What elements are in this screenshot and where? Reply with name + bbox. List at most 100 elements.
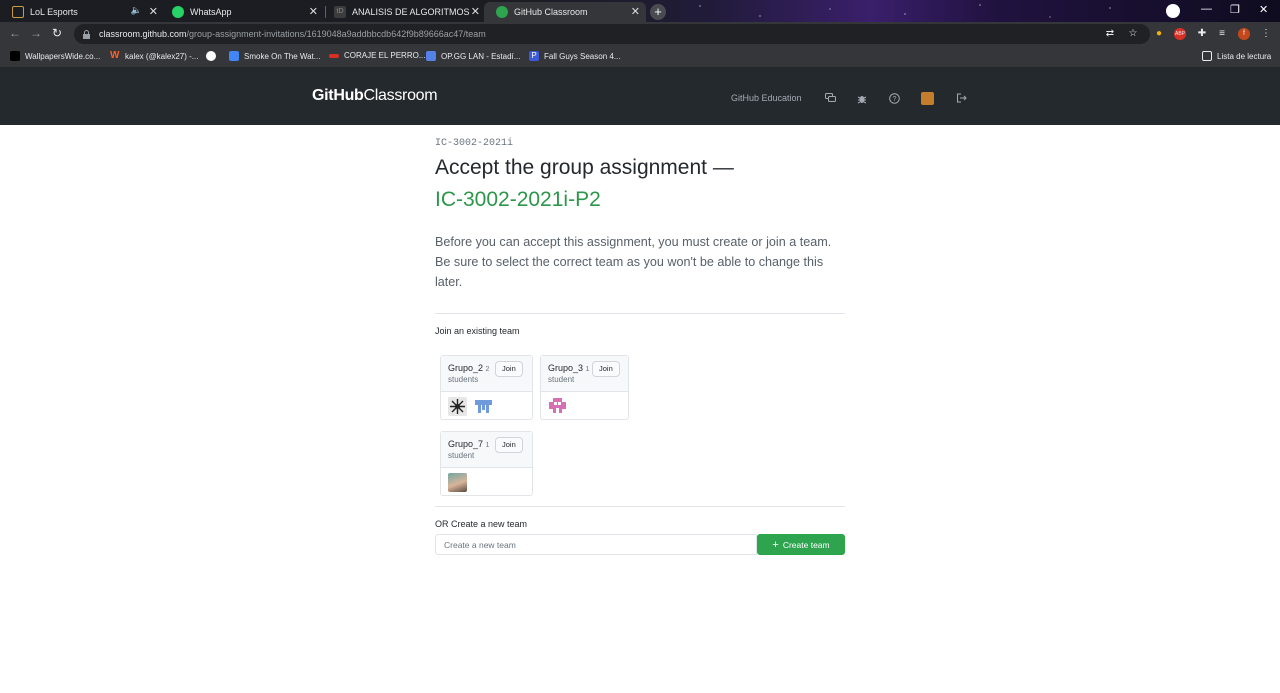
speaker-icon[interactable]: 🔈 bbox=[131, 5, 142, 16]
bookmark-wallpaperswide[interactable]: WallpapersWide.co... bbox=[10, 51, 100, 61]
reload-icon[interactable]: ↻ bbox=[52, 26, 62, 40]
bookmark-label: Smoke On The Wat... bbox=[244, 51, 321, 61]
github-classroom-logo[interactable]: GitHubClassroom bbox=[312, 87, 438, 105]
team-count: 1 bbox=[485, 442, 490, 449]
close-tab-icon[interactable]: ✕ bbox=[631, 5, 640, 18]
puzzle-icon[interactable]: ✚ bbox=[1196, 28, 1208, 40]
team-count: 2 bbox=[485, 366, 490, 373]
lol-esports-icon bbox=[12, 6, 24, 18]
chat-icon[interactable] bbox=[824, 93, 836, 105]
back-arrow-icon[interactable]: ← bbox=[9, 26, 21, 40]
member-avatar[interactable] bbox=[448, 397, 467, 416]
bookmark-fallguys[interactable]: P Fall Guys Season 4... bbox=[529, 51, 620, 61]
translate-icon[interactable]: ⇄ bbox=[1104, 28, 1116, 40]
assignment-name: IC-3002-2021i-P2 bbox=[435, 188, 601, 211]
team-card-grupo-2: Grupo_2 2 students Join bbox=[440, 355, 533, 420]
join-team-button[interactable]: Join bbox=[495, 361, 523, 377]
course-label: IC-3002-2021i bbox=[435, 138, 514, 149]
create-team-button[interactable]: + Create team bbox=[757, 534, 845, 555]
reading-list[interactable]: Lista de lectura bbox=[1202, 51, 1271, 61]
member-avatar[interactable] bbox=[548, 396, 567, 415]
join-team-button[interactable]: Join bbox=[495, 437, 523, 453]
user-avatar[interactable] bbox=[921, 92, 934, 105]
sign-out-icon[interactable] bbox=[955, 93, 967, 105]
member-avatar[interactable] bbox=[448, 473, 467, 492]
address-bar[interactable]: classroom.github.com/group-assignment-in… bbox=[74, 24, 1150, 44]
plus-icon: + bbox=[772, 538, 779, 551]
team-card-grupo-7: Grupo_7 1 student Join bbox=[440, 431, 533, 496]
site-header: GitHubClassroom GitHub Education ? bbox=[0, 68, 1280, 125]
url-host: classroom.github.com bbox=[99, 29, 187, 39]
page-title: Accept the group assignment — bbox=[435, 156, 734, 179]
join-team-button[interactable]: Join bbox=[592, 361, 620, 377]
tab-lol-esports[interactable]: LoL Esports 🔈 ✕ bbox=[0, 2, 164, 22]
profile-menu-icon[interactable] bbox=[1166, 4, 1180, 18]
close-tab-icon[interactable]: ✕ bbox=[471, 5, 480, 18]
create-team-label: Create team bbox=[782, 539, 830, 550]
logo-light-text: Classroom bbox=[363, 87, 438, 104]
tab-whatsapp[interactable]: WhatsApp ✕ bbox=[160, 2, 324, 22]
team-name: Grupo_3 bbox=[548, 363, 584, 373]
tab-title: GitHub Classroom bbox=[514, 7, 588, 17]
reading-list-label: Lista de lectura bbox=[1217, 51, 1272, 61]
parking-icon: P bbox=[529, 51, 539, 61]
tab-title: ANALISIS DE ALGORITMOS GR 2 bbox=[352, 7, 470, 17]
extension-icon[interactable]: ● bbox=[1153, 28, 1165, 40]
wattpad-icon: W bbox=[110, 50, 120, 61]
divider bbox=[435, 506, 845, 507]
close-tab-icon[interactable]: ✕ bbox=[149, 5, 158, 18]
minimize-icon[interactable]: — bbox=[1201, 3, 1212, 15]
kebab-menu-icon[interactable]: ⋮ bbox=[1260, 28, 1272, 40]
bug-icon[interactable] bbox=[856, 93, 868, 105]
bookmark-label: CORAJE EL PERRO... bbox=[344, 51, 426, 60]
team-card-header: Grupo_7 1 student Join bbox=[441, 432, 532, 468]
new-tab-button[interactable]: + bbox=[650, 4, 666, 20]
forward-arrow-icon[interactable]: → bbox=[30, 26, 42, 40]
media-queue-icon[interactable]: ≡ bbox=[1216, 28, 1228, 40]
star-icon[interactable]: ☆ bbox=[1127, 28, 1139, 40]
member-avatar[interactable] bbox=[474, 397, 493, 416]
team-count: 1 bbox=[585, 366, 590, 373]
bookmark-label: WallpapersWide.co... bbox=[25, 51, 101, 61]
tab-github-classroom[interactable]: GitHub Classroom ✕ bbox=[484, 2, 646, 22]
github-education-link[interactable]: GitHub Education bbox=[731, 93, 802, 103]
tab-title: WhatsApp bbox=[190, 7, 232, 17]
lock-icon bbox=[82, 29, 91, 39]
avatar[interactable]: f bbox=[1238, 28, 1250, 40]
tab-title: LoL Esports bbox=[30, 7, 78, 17]
bookmark-kalex[interactable]: W kalex (@kalex27) -... bbox=[110, 51, 198, 61]
team-card-grupo-3: Grupo_3 1 student Join bbox=[540, 355, 629, 420]
team-name: Grupo_2 bbox=[448, 363, 484, 373]
bookmark-coraje[interactable]: CORAJE EL PERRO... bbox=[329, 51, 426, 60]
team-card-header: Grupo_2 2 students Join bbox=[441, 356, 532, 392]
bookmark-opgg[interactable]: OP.GG LAN - Estadí... bbox=[426, 51, 520, 61]
help-icon[interactable]: ? bbox=[888, 93, 900, 105]
bookmark-label: kalex (@kalex27) -... bbox=[125, 51, 199, 61]
team-name: Grupo_7 bbox=[448, 439, 484, 449]
github-icon bbox=[496, 6, 508, 18]
tec-digital-icon: tD bbox=[334, 6, 346, 18]
close-window-icon[interactable]: ✕ bbox=[1259, 3, 1268, 16]
logo-bold-text: GitHub bbox=[312, 87, 364, 104]
restore-icon[interactable]: ❐ bbox=[1230, 3, 1240, 16]
tab-analisis-algoritmos[interactable]: tD ANALISIS DE ALGORITMOS GR 2 ✕ bbox=[322, 2, 486, 22]
team-member-unit: students bbox=[448, 375, 479, 384]
url-path: /group-assignment-invitations/1619048a9a… bbox=[186, 29, 486, 39]
bookmark-label: Fall Guys Season 4... bbox=[544, 51, 621, 61]
bookmarks-bar: WallpapersWide.co... W kalex (@kalex27) … bbox=[0, 46, 1280, 68]
svg-text:?: ? bbox=[892, 96, 896, 103]
team-name-line: Grupo_2 2 bbox=[448, 363, 489, 373]
new-team-name-input[interactable] bbox=[435, 534, 757, 555]
wallpaper-icon bbox=[10, 51, 20, 61]
bookmark-discord[interactable] bbox=[206, 51, 221, 61]
coraje-icon bbox=[329, 53, 339, 58]
team-member-unit: student bbox=[548, 375, 575, 384]
bookmark-smoke[interactable]: Smoke On The Wat... bbox=[229, 51, 320, 61]
close-tab-icon[interactable]: ✕ bbox=[309, 5, 318, 18]
bookmark-doc-icon bbox=[229, 51, 239, 61]
team-card-header: Grupo_3 1 student Join bbox=[541, 356, 628, 392]
adblock-icon[interactable]: ABP bbox=[1174, 28, 1186, 40]
create-team-heading: OR Create a new team bbox=[435, 519, 528, 529]
team-name-line: Grupo_3 1 bbox=[548, 363, 589, 373]
reading-list-icon bbox=[1202, 51, 1212, 61]
